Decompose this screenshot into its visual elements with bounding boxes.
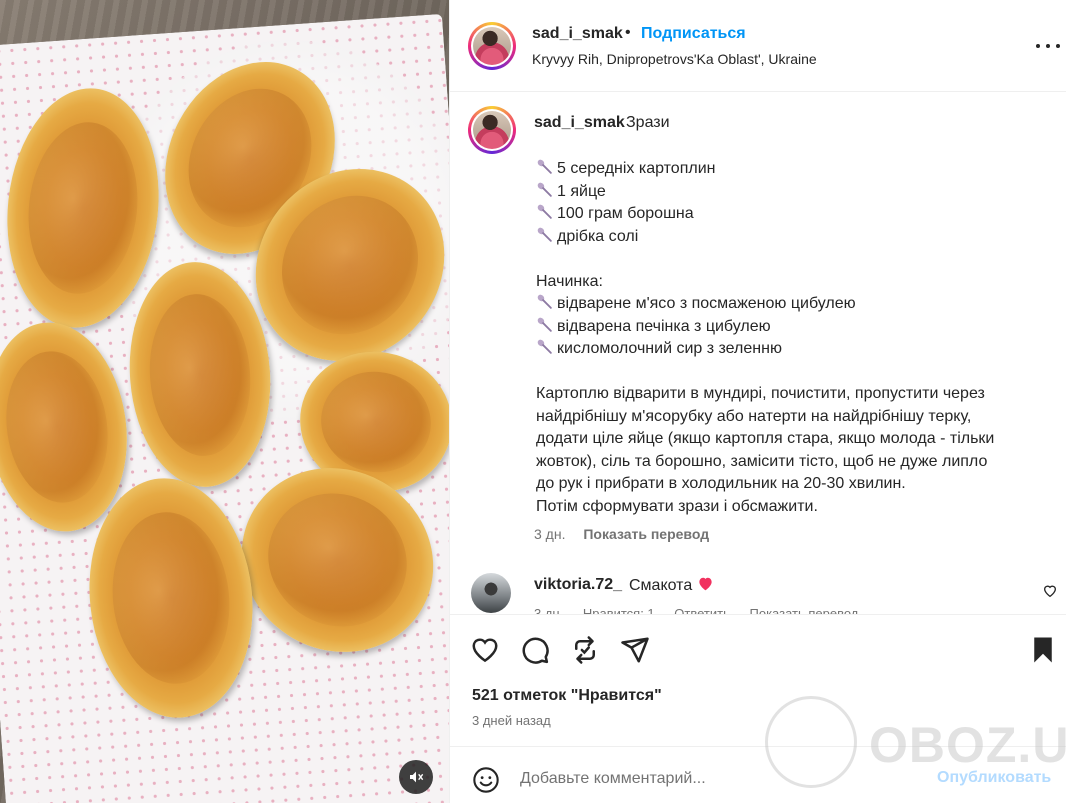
comment-composer: Опубликовать [450, 746, 1066, 803]
like-icon[interactable] [470, 635, 500, 665]
caption-line: додати ціле яйце (якщо картопля стара, я… [536, 428, 1056, 451]
comment-input[interactable] [520, 766, 910, 792]
heart-emoji-icon [699, 577, 712, 591]
spoon-icon [536, 338, 553, 355]
caption-line: кисломолочний сир з зеленню [536, 338, 1056, 361]
caption-line: жовток), сіль та борошно, замісити тісто… [536, 451, 1056, 474]
post-photo[interactable] [0, 0, 449, 803]
caption-line [536, 361, 1056, 384]
caption-line: відварена печінка з цибулею [536, 316, 1056, 339]
caption-time[interactable]: 3 дн. [534, 526, 565, 542]
caption-text: 5 середніх картоплин 1 яйце 100 грам борош… [536, 158, 1056, 518]
separator-dot: • [625, 24, 631, 41]
caption-line-text: кисломолочний сир з зеленню [557, 340, 782, 357]
caption-line-text: Потім сформувати зрази і обсмажити. [536, 497, 818, 515]
spoon-icon [536, 293, 553, 310]
caption-meta: 3 дн. Показать перевод [534, 526, 709, 542]
caption-line: Потім сформувати зрази і обсмажити. [536, 496, 1056, 519]
spoon-icon [536, 158, 553, 175]
caption-line [536, 248, 1056, 271]
caption-title: Зрази [626, 114, 670, 131]
comment-meta: 3 дн. Нравится: 1 Ответить Показать пере… [534, 606, 874, 614]
publish-button[interactable]: Опубликовать [937, 769, 1051, 787]
caption-line-text: додати ціле яйце (якщо картопля стара, я… [536, 430, 995, 447]
location-link[interactable]: Kryvyy Rih, Dnipropetrovs'Ka Oblast', Uk… [532, 51, 817, 67]
comment-item: viktoria.72_ Смакота 3 дн. Нравится: 1 О… [450, 568, 1066, 614]
post-header: sad_i_smak • Подписаться Kryvyy Rih, Dni… [450, 0, 1066, 92]
avatar[interactable] [468, 22, 516, 70]
comment-avatar[interactable] [471, 573, 511, 613]
caption-line: 1 яйце [536, 181, 1056, 204]
emoji-icon[interactable] [472, 766, 500, 794]
caption-username[interactable]: sad_i_smak [534, 114, 625, 132]
spoon-icon [536, 203, 553, 220]
spoon-icon [536, 316, 553, 333]
mute-button[interactable] [399, 760, 433, 794]
likes-count[interactable]: 521 отметок "Нравится" [472, 687, 662, 705]
more-options-icon[interactable] [1036, 36, 1060, 56]
comment-likes[interactable]: Нравится: 1 [583, 606, 655, 614]
translate-button[interactable]: Показать перевод [583, 526, 709, 542]
comment-translate-button[interactable]: Показать перевод [750, 606, 859, 614]
post-date[interactable]: 3 дней назад [472, 713, 551, 728]
action-bar: 521 отметок "Нравится" 3 дней назад [450, 614, 1066, 746]
comment-reply-button[interactable]: Ответить [674, 606, 730, 614]
spoon-icon [536, 181, 553, 198]
author-username[interactable]: sad_i_smak [532, 25, 623, 43]
speaker-muted-icon [410, 771, 424, 783]
caption-line: до рук і прибрати в холодильник на 20-30… [536, 473, 1056, 496]
caption-line-text: 100 грам борошна [557, 205, 694, 222]
caption-line-text: жовток), сіль та борошно, замісити тісто… [536, 452, 988, 470]
bookmark-icon[interactable] [1028, 635, 1058, 665]
comment-like-icon[interactable] [1042, 583, 1058, 599]
caption-line: дрібка солі [536, 226, 1056, 249]
caption-line-text: до рук і прибрати в холодильник на 20-30… [536, 475, 906, 492]
caption-line-text: 5 середніх картоплин [557, 160, 716, 177]
follow-button[interactable]: Подписаться [641, 25, 746, 43]
comment-time[interactable]: 3 дн. [534, 606, 563, 614]
caption-line-text: найдрібнішу м'ясорубку або натерти на на… [536, 407, 972, 425]
caption-avatar[interactable] [468, 106, 516, 154]
caption-line-text: відварене м'ясо з посмаженою цибулею [557, 295, 856, 312]
caption-line: 100 грам борошна [536, 203, 1056, 226]
caption-line: Начинка: [536, 271, 1056, 294]
post-body: sad_i_smak Зрази 5 середніх картоплин 1 я… [450, 92, 1066, 614]
caption-line: Картоплю відварити в мундирі, почистити,… [536, 383, 1056, 406]
caption-line-text: Картоплю відварити в мундирі, почистити,… [536, 385, 985, 402]
repost-icon[interactable] [570, 635, 600, 665]
comment-icon[interactable] [520, 635, 550, 665]
caption-line-text: 1 яйце [557, 182, 606, 200]
spoon-icon [536, 226, 553, 243]
caption-line-text: відварена печінка з цибулею [557, 317, 771, 335]
caption-line: найдрібнішу м'ясорубку або натерти на на… [536, 406, 1056, 429]
caption-line: відварене м'ясо з посмаженою цибулею [536, 293, 1056, 316]
caption-line-text: дрібка солі [557, 227, 639, 245]
comment-username[interactable]: viktoria.72_ [534, 576, 622, 594]
caption-line: 5 середніх картоплин [536, 158, 1056, 181]
caption-line-text: Начинка: [536, 272, 603, 290]
comment-text: Смакота [629, 576, 714, 595]
share-icon[interactable] [620, 635, 650, 665]
post-panel: sad_i_smak • Подписаться Kryvyy Rih, Dni… [449, 0, 1066, 803]
